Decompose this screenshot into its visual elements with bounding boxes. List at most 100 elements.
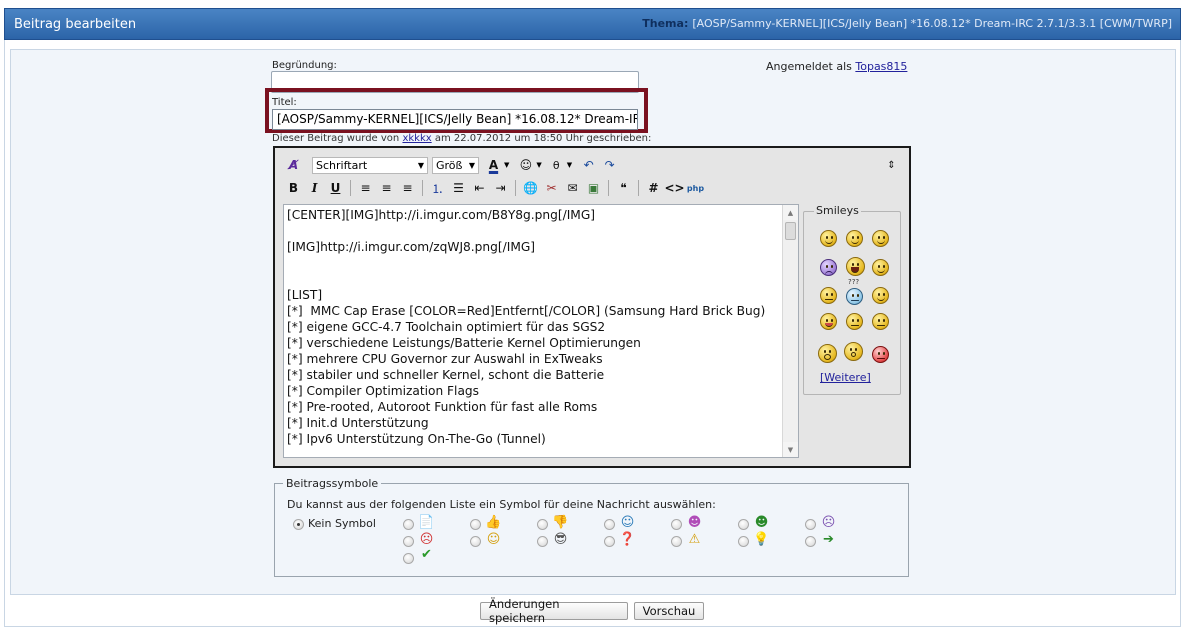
post-icon-radio[interactable]	[403, 519, 414, 530]
size-select[interactable]: Größ ▼	[432, 156, 479, 174]
author-link[interactable]: xkkkx	[402, 133, 431, 144]
scroll-thumb[interactable]	[785, 222, 796, 240]
unordered-list-icon[interactable]: ☰	[448, 179, 469, 197]
redo-icon[interactable]: ↷	[599, 156, 620, 174]
editor-line: [*] Init.d Unterstützung	[287, 416, 429, 430]
toolbar-divider	[515, 180, 516, 196]
post-icon-radio[interactable]	[805, 536, 816, 547]
sad-purple-icon: ☹	[821, 515, 836, 530]
eek-icon[interactable]	[844, 342, 863, 361]
align-left-icon[interactable]: ≡	[355, 179, 376, 197]
post-icon-radio[interactable]	[604, 536, 615, 547]
editor-line: [*] Ipv6 Unterstützung On-The-Go (Tunnel…	[287, 432, 546, 446]
post-icon-radio[interactable]	[470, 519, 481, 530]
mad-icon[interactable]	[846, 313, 863, 330]
question-icon: ❓	[619, 532, 636, 547]
happy-icon[interactable]	[872, 259, 889, 276]
chevron-down-icon[interactable]: ▼	[536, 161, 541, 169]
message-textarea[interactable]: [CENTER][IMG]http://i.imgur.com/B8Y8g.pn…	[283, 204, 799, 458]
undo-icon[interactable]: ↶	[578, 156, 599, 174]
teeth-green-icon: ☻	[754, 515, 769, 530]
textarea-scrollbar[interactable]: ▲ ▼	[782, 205, 798, 457]
scroll-up-icon[interactable]: ▲	[783, 205, 798, 220]
warning-icon: ⚠	[688, 532, 701, 547]
unhappy-icon[interactable]	[872, 313, 889, 330]
quote-icon[interactable]: ❝	[613, 179, 634, 197]
grin-icon[interactable]	[872, 230, 889, 247]
chevron-down-icon[interactable]: ▼	[567, 161, 572, 169]
post-icon-radio[interactable]	[537, 536, 548, 547]
smiley-icon[interactable]: ☺	[515, 156, 536, 174]
logged-in-prefix: Angemeldet als	[766, 60, 852, 73]
more-smileys: [Weitere]	[820, 371, 871, 384]
logged-in-user-link[interactable]: Topas815	[855, 60, 907, 73]
written-prefix: Dieser Beitrag wurde von	[272, 133, 400, 144]
insert-image-icon[interactable]: ▣	[583, 179, 604, 197]
shocked-icon[interactable]	[818, 344, 837, 363]
big-grin-icon[interactable]	[846, 257, 865, 276]
post-icon-radio[interactable]	[805, 519, 816, 530]
written-by-info: Dieser Beitrag wurde von xkkkx am 22.07.…	[272, 133, 651, 144]
post-icon-radio[interactable]	[671, 519, 682, 530]
chevron-down-icon[interactable]: ▼	[504, 161, 509, 169]
lightbulb-icon: 💡	[753, 532, 770, 547]
reason-label: Begründung:	[272, 60, 337, 71]
grin-pink-icon: ☻	[687, 515, 702, 530]
align-center-icon[interactable]: ≡	[376, 179, 397, 197]
insert-email-icon[interactable]: ✉	[562, 179, 583, 197]
post-icon-radio-none[interactable]	[293, 519, 304, 530]
more-smileys-link[interactable]: [Weitere]	[820, 371, 871, 384]
frown-icon[interactable]	[820, 259, 837, 276]
chevron-down-icon: ▼	[417, 160, 424, 170]
bbcode-editor: A̸ Schriftart ▼ Größ ▼ A ▼ ☺ ▼ θ ▼ ↶ ↷ ⇕ B…	[273, 146, 911, 468]
page-header: Beitrag bearbeiten Thema: [AOSP/Sammy-KER…	[4, 8, 1181, 40]
align-right-icon[interactable]: ≡	[397, 179, 418, 197]
ordered-list-icon[interactable]: ⒈	[427, 179, 448, 197]
post-icon-radio[interactable]	[403, 553, 414, 564]
rolleyes-icon[interactable]	[820, 287, 837, 304]
thread-topic-value: [AOSP/Sammy-KERNEL][ICS/Jelly Bean] *16.…	[692, 17, 1172, 30]
remove-link-icon[interactable]: ✂	[541, 179, 562, 197]
outdent-icon[interactable]: ⇤	[469, 179, 490, 197]
bold-button[interactable]: B	[283, 179, 304, 197]
post-icon-radio[interactable]	[537, 519, 548, 530]
editor-line: [IMG]http://i.imgur.com/zqWJ8.png[/IMG]	[287, 240, 536, 254]
indent-icon[interactable]: ⇥	[490, 179, 511, 197]
editor-line: [*] MMC Cap Erase [COLOR=Red]Entfernt[/C…	[287, 304, 766, 318]
post-icon-none-label: Kein Symbol	[308, 517, 376, 530]
scroll-down-icon[interactable]: ▼	[783, 442, 798, 457]
post-icon-radio[interactable]	[470, 536, 481, 547]
angry-icon[interactable]	[872, 346, 889, 363]
post-icon-radio[interactable]	[738, 536, 749, 547]
code-icon[interactable]: <>	[664, 179, 685, 197]
wink-icon[interactable]	[846, 230, 863, 247]
post-icon-radio[interactable]	[671, 536, 682, 547]
insert-code-icon[interactable]: θ	[546, 156, 567, 174]
title-label: Titel:	[272, 97, 297, 108]
insert-link-icon[interactable]: 🌐	[520, 179, 541, 197]
confused-icon[interactable]	[846, 288, 863, 305]
hash-icon[interactable]: #	[643, 179, 664, 197]
preview-button[interactable]: Vorschau	[634, 602, 704, 620]
font-select[interactable]: Schriftart ▼	[312, 156, 428, 174]
thread-topic-label: Thema:	[642, 17, 689, 30]
save-button[interactable]: Änderungen speichern	[480, 597, 628, 625]
tongue-icon[interactable]	[820, 313, 837, 330]
post-icon-radio[interactable]	[738, 519, 749, 530]
underline-button[interactable]: U	[325, 179, 346, 197]
cool-icon[interactable]	[872, 287, 889, 304]
post-icon-radio[interactable]	[403, 536, 414, 547]
thumbs-up-icon: 👍	[485, 515, 502, 530]
post-icon-radio[interactable]	[604, 519, 615, 530]
arrow-right-icon: ➔	[823, 532, 834, 547]
italic-button[interactable]: I	[304, 179, 325, 197]
remove-format-icon[interactable]: A̸	[283, 156, 304, 174]
title-input[interactable]: [AOSP/Sammy-KERNEL][ICS/Jelly Bean] *16.…	[272, 109, 638, 130]
text-color-icon[interactable]: A	[483, 156, 504, 174]
toolbar-divider	[608, 180, 609, 196]
smile-icon[interactable]	[820, 230, 837, 247]
resize-toggle-icon[interactable]: ⇕	[881, 156, 902, 174]
php-icon[interactable]: php	[685, 179, 706, 197]
smile-yellow-icon: ☺	[486, 532, 501, 547]
